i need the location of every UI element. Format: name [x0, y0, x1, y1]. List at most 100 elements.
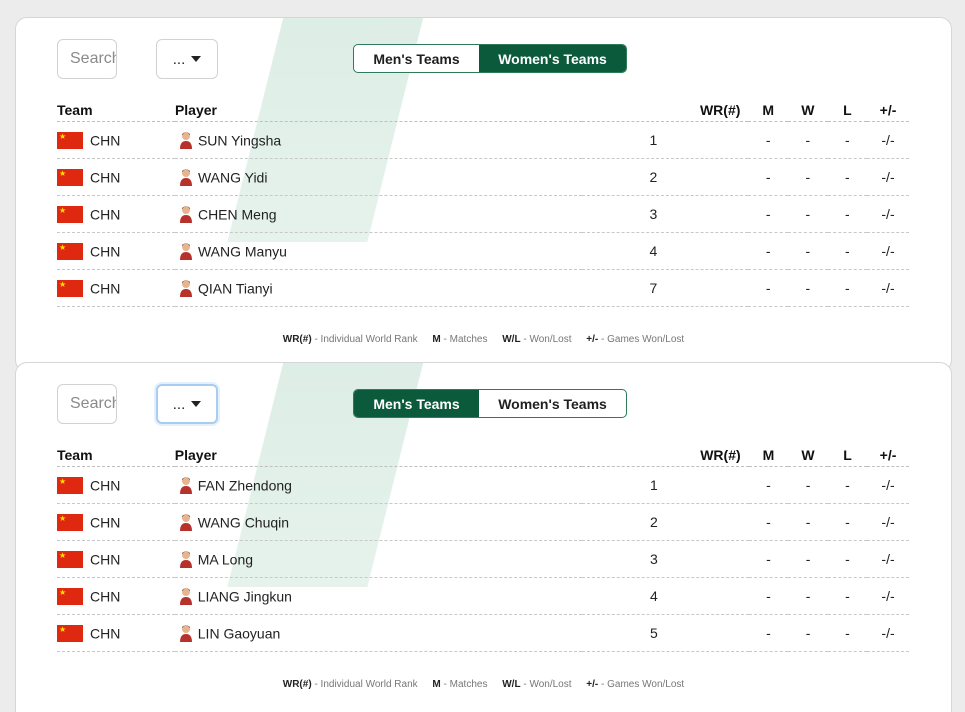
cell-matches: -	[748, 540, 789, 578]
tab-mens-teams[interactable]: Men's Teams	[354, 45, 479, 72]
cell-won: -	[788, 540, 828, 578]
legend-pm-key: +/-	[586, 334, 599, 345]
header-l[interactable]: L	[827, 99, 868, 122]
table-row[interactable]: CHNSUN Yingsha1----/-	[57, 121, 909, 159]
cell-team: CHN	[57, 195, 175, 233]
china-flag-icon	[57, 476, 83, 494]
cell-lost: -	[827, 540, 868, 578]
table-row[interactable]: CHNWANG Chuqin2----/-	[57, 503, 909, 541]
table-row[interactable]: CHNWANG Manyu4----/-	[57, 232, 909, 270]
cell-team: CHN	[57, 614, 175, 652]
player-avatar-icon	[179, 131, 193, 150]
player-name[interactable]: CHEN Meng	[198, 206, 277, 222]
cell-player: WANG Yidi	[174, 158, 582, 196]
header-plus-minus[interactable]: +/-	[867, 444, 909, 467]
header-wr[interactable]: WR(#)	[581, 99, 749, 122]
player-name[interactable]: QIAN Tianyi	[198, 280, 273, 296]
legend-wl-text: - Won/Lost	[523, 334, 572, 345]
cell-player: CHEN Meng	[174, 195, 582, 233]
legend-wl-text: - Won/Lost	[523, 679, 572, 690]
tab-mens-teams[interactable]: Men's Teams	[354, 390, 479, 417]
table-row[interactable]: CHNCHEN Meng3----/-	[57, 195, 909, 233]
cell-won: -	[788, 614, 828, 652]
header-w[interactable]: W	[788, 99, 828, 122]
search-input[interactable]	[57, 39, 117, 79]
cell-world-rank: 2	[581, 158, 749, 196]
table-row[interactable]: CHNLIN Gaoyuan5----/-	[57, 614, 909, 652]
cell-games-plus-minus: -/-	[867, 466, 909, 504]
filter-dropdown[interactable]: ...	[156, 39, 218, 79]
header-l[interactable]: L	[827, 444, 868, 467]
cell-won: -	[788, 121, 828, 159]
player-name[interactable]: SUN Yingsha	[198, 132, 281, 148]
team-code: CHN	[90, 551, 121, 568]
china-flag-icon	[57, 205, 83, 223]
cell-games-plus-minus: -/-	[867, 503, 909, 541]
cell-world-rank: 5	[581, 614, 749, 652]
cell-team: CHN	[57, 121, 175, 159]
cell-lost: -	[827, 614, 868, 652]
cell-world-rank: 1	[581, 466, 749, 504]
legend-m-key: M	[432, 679, 441, 690]
legend-wr-text: - Individual World Rank	[314, 334, 418, 345]
cell-player: QIAN Tianyi	[174, 269, 582, 307]
player-name[interactable]: LIN Gaoyuan	[198, 625, 281, 641]
tab-womens-teams[interactable]: Women's Teams	[479, 45, 626, 72]
cell-world-rank: 7	[581, 269, 749, 307]
legend-wr-key: WR(#)	[282, 679, 312, 690]
standings-panel-men: ... Men's Teams Women's Teams Team Playe…	[15, 362, 952, 712]
cell-world-rank: 3	[581, 195, 749, 233]
cell-world-rank: 3	[581, 540, 749, 578]
table-row[interactable]: CHNLIANG Jingkun4----/-	[57, 577, 909, 615]
header-w[interactable]: W	[788, 444, 828, 467]
search-input[interactable]	[57, 384, 117, 424]
legend-pm-text: - Games Won/Lost	[601, 679, 685, 690]
table-legend: WR(#) - Individual World Rank M - Matche…	[16, 679, 951, 690]
legend-m-key: M	[432, 334, 441, 345]
china-flag-icon	[57, 168, 83, 186]
player-name[interactable]: MA Long	[198, 551, 253, 567]
player-name[interactable]: LIANG Jingkun	[198, 588, 292, 604]
team-gender-toggle: Men's Teams Women's Teams	[353, 389, 627, 418]
player-avatar-icon	[179, 279, 193, 298]
header-plus-minus[interactable]: +/-	[867, 99, 909, 122]
table-header-row: Team Player WR(#) M W L +/-	[57, 99, 909, 122]
legend-wl-key: W/L	[502, 334, 521, 345]
header-team[interactable]: Team	[57, 444, 175, 467]
cell-player: WANG Chuqin	[174, 503, 582, 541]
player-name[interactable]: WANG Manyu	[198, 243, 287, 259]
filter-label: ...	[172, 50, 186, 68]
standings-table: Team Player WR(#) M W L +/- CHN FAN Zhend…	[57, 444, 909, 652]
cell-world-rank: 4	[581, 232, 749, 270]
china-flag-icon	[57, 242, 83, 260]
cell-won: -	[788, 158, 828, 196]
table-row[interactable]: CHNQIAN Tianyi7----/-	[57, 269, 909, 307]
china-flag-icon	[57, 550, 83, 568]
china-flag-icon	[57, 279, 83, 297]
header-player[interactable]: Player	[174, 99, 582, 122]
player-name[interactable]: FAN Zhendong	[198, 477, 292, 493]
filter-dropdown[interactable]: ...	[156, 384, 218, 424]
table-row[interactable]: CHNWANG Yidi2----/-	[57, 158, 909, 196]
player-name[interactable]: WANG Chuqin	[198, 514, 289, 530]
cell-team: CHN	[57, 503, 175, 541]
table-row[interactable]: CHNMA Long3----/-	[57, 540, 909, 578]
cell-player: FAN Zhendong	[174, 466, 582, 504]
header-team[interactable]: Team	[57, 99, 175, 122]
table-row[interactable]: CHNFAN Zhendong1----/-	[57, 466, 909, 504]
header-player[interactable]: Player	[174, 444, 582, 467]
cell-team: CHN	[57, 466, 175, 504]
team-code: CHN	[90, 243, 121, 260]
standings-table: Team Player WR(#) M W L +/- CHN SUN Yings…	[57, 99, 909, 307]
tab-womens-teams[interactable]: Women's Teams	[479, 390, 626, 417]
player-name[interactable]: WANG Yidi	[198, 169, 268, 185]
header-wr[interactable]: WR(#)	[581, 444, 749, 467]
team-code: CHN	[90, 588, 121, 605]
cell-team: CHN	[57, 540, 175, 578]
china-flag-icon	[57, 513, 83, 531]
cell-lost: -	[827, 577, 868, 615]
header-m[interactable]: M	[748, 99, 788, 122]
team-code: CHN	[90, 514, 121, 531]
header-m[interactable]: M	[748, 444, 789, 467]
cell-won: -	[788, 232, 828, 270]
